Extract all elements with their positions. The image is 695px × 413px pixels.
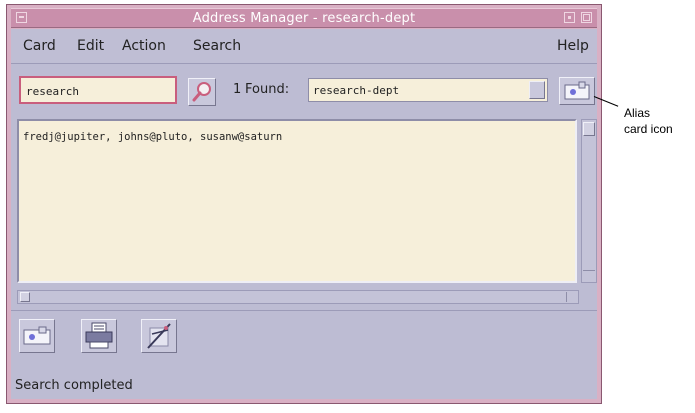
found-results-combo[interactable]: research-dept: [308, 78, 548, 102]
print-icon: [85, 322, 113, 349]
window-title: Address Manager - research-dept: [192, 11, 416, 26]
menu-card[interactable]: Card: [23, 38, 56, 54]
menu-action[interactable]: Action: [122, 38, 166, 54]
alias-card-icon: [564, 81, 590, 100]
title-bar[interactable]: Address Manager - research-dept: [11, 8, 597, 28]
callout-line-2: card icon: [624, 122, 673, 136]
menu-edit[interactable]: Edit: [77, 38, 104, 54]
search-input[interactable]: research: [19, 76, 177, 104]
bottom-toolbar: [11, 310, 597, 363]
found-count: 1: [233, 82, 242, 97]
callout-label: Alias card icon: [624, 105, 673, 137]
new-card-button[interactable]: [19, 319, 55, 353]
menu-help[interactable]: Help: [557, 38, 589, 54]
horizontal-scroll-thumb[interactable]: [20, 292, 30, 302]
callout-line-1: Alias: [624, 106, 651, 120]
magnifier-icon: [192, 82, 211, 102]
found-results-value: research-dept: [313, 84, 400, 97]
delete-button[interactable]: [141, 319, 177, 353]
card-content-text: fredj@jupiter, johns@pluto, susanw@satur…: [23, 131, 283, 143]
print-button[interactable]: [81, 319, 117, 353]
combo-dropdown-button[interactable]: [529, 81, 545, 99]
vertical-scroll-thumb[interactable]: [583, 122, 595, 136]
horizontal-scroll-end: [566, 292, 576, 302]
alias-card-button[interactable]: [559, 77, 595, 105]
minimize-button[interactable]: [564, 12, 575, 23]
search-button[interactable]: [188, 78, 216, 106]
horizontal-scrollbar[interactable]: [17, 290, 579, 304]
status-bar: Search completed: [15, 378, 133, 393]
address-manager-window: Address Manager - research-dept Card Edi…: [6, 4, 602, 404]
card-content-text-area[interactable]: fredj@jupiter, johns@pluto, susanw@satur…: [17, 119, 577, 283]
maximize-button[interactable]: [581, 12, 592, 23]
menu-search[interactable]: Search: [193, 38, 241, 54]
vertical-scrollbar[interactable]: [581, 119, 597, 283]
client-area: research 1 Found: research-dept fredj@ju…: [11, 64, 597, 399]
card-icon: [23, 326, 51, 345]
menu-bar: Card Edit Action Search Help: [11, 29, 597, 64]
vertical-scroll-end: [583, 270, 595, 280]
found-label: Found:: [245, 82, 290, 97]
delete-icon: [147, 323, 171, 349]
